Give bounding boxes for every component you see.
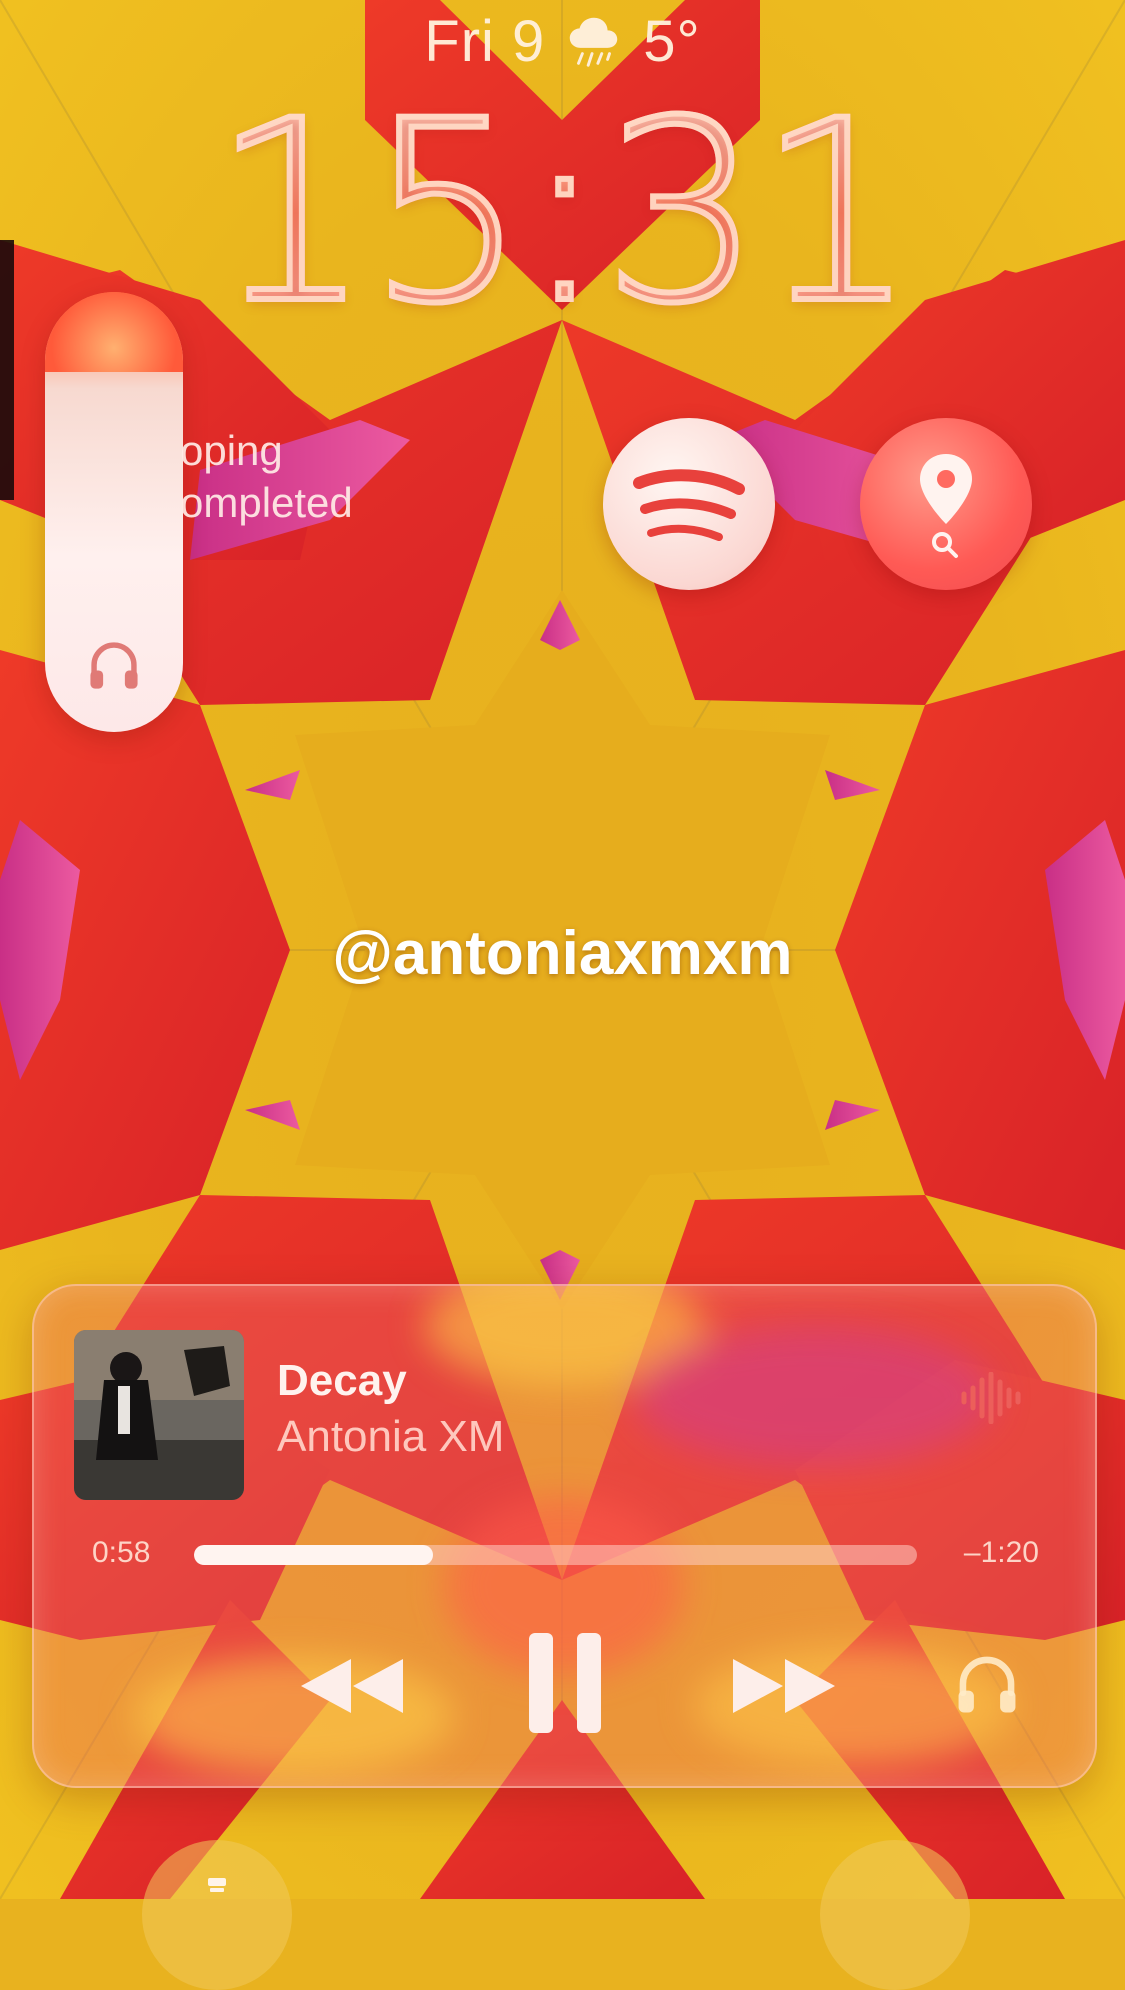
rewind-icon [301,1659,403,1713]
spotify-icon [633,469,745,541]
time-remaining: –1:20 [963,1536,1039,1569]
album-artwork-image [74,1330,244,1500]
live-activity-line1: oping [180,427,283,474]
time-elapsed: 0:58 [92,1536,151,1569]
fast-forward-button[interactable] [724,1646,844,1726]
volume-level-fill [45,292,183,372]
lock-status-row: Fri 9 5° [0,8,1125,75]
fast-forward-icon [733,1659,835,1713]
track-artist[interactable]: Antonia XM [277,1412,504,1462]
camera-button[interactable] [820,1840,970,1990]
pause-button[interactable] [517,1628,613,1738]
headphones-icon [90,642,138,689]
cloud-rain-icon [570,17,618,67]
volume-slider[interactable] [45,292,183,732]
playback-scrubber[interactable] [194,1545,917,1565]
flashlight-button[interactable] [142,1840,292,1990]
rewind-button[interactable] [292,1646,412,1726]
location-search-icon [920,454,972,558]
waveform-icon [961,1372,1021,1424]
playback-progress-fill [194,1545,433,1565]
date-label: Fri 9 [424,9,546,74]
maps-search-widget[interactable] [860,418,1032,590]
flashlight-icon [208,1878,226,1892]
album-artwork[interactable] [74,1330,244,1500]
live-activity-line2: ompleted [180,479,353,526]
temperature-label: 5° [643,9,701,74]
spotify-widget[interactable] [603,418,775,590]
live-activity-text[interactable]: oping ompleted [180,425,353,529]
now-playing-widget[interactable]: Decay Antonia XM 0:58 –1:20 [32,1284,1097,1788]
audio-route-button[interactable] [949,1646,1025,1722]
watermark-username: @antoniaxmxm [332,919,793,988]
track-title: Decay [277,1356,407,1405]
pause-icon [529,1633,601,1733]
headphones-route-icon [958,1656,1016,1713]
